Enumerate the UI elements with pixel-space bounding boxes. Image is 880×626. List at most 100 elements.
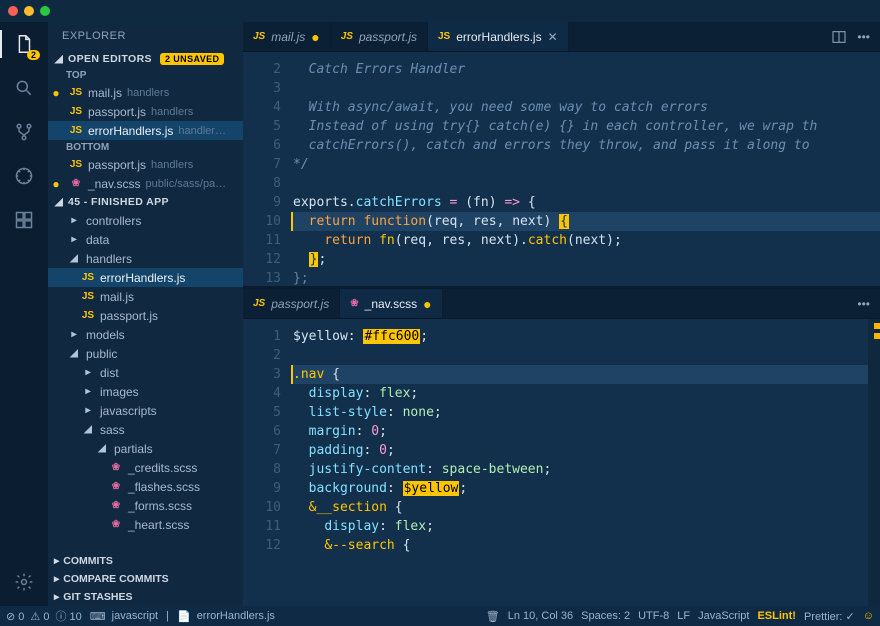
overview-ruler[interactable] <box>868 319 880 606</box>
code-line[interactable]: }; <box>291 250 880 269</box>
code-line[interactable]: &__section { <box>291 498 868 517</box>
code-line[interactable]: &--search { <box>291 536 868 555</box>
close-icon[interactable]: ✕ <box>548 30 558 44</box>
close-window-icon[interactable] <box>8 6 18 16</box>
more-icon[interactable]: ••• <box>857 30 870 44</box>
code-line[interactable]: display: flex; <box>291 517 868 536</box>
more-icon[interactable]: ••• <box>857 297 870 311</box>
maximize-window-icon[interactable] <box>40 6 50 16</box>
code-line[interactable] <box>291 346 868 365</box>
tree-file[interactable]: ❀_credits.scss <box>48 458 243 477</box>
settings-icon[interactable] <box>10 568 38 596</box>
tree-folder[interactable]: ▸images <box>48 382 243 401</box>
dirty-dot-icon: ● <box>48 177 64 191</box>
editor-tab[interactable]: JSpassport.js <box>331 22 428 51</box>
code-line[interactable]: padding: 0; <box>291 441 868 460</box>
tree-item-label: models <box>86 328 125 342</box>
search-icon[interactable] <box>10 74 38 102</box>
code-line[interactable]: list-style: none; <box>291 403 868 422</box>
code-line[interactable]: background: $yellow; <box>291 479 868 498</box>
editor-tab[interactable]: ❀_nav.scss● <box>340 289 442 318</box>
tree-file[interactable]: JSmail.js <box>48 287 243 306</box>
sidebar-section-collapsed[interactable]: ▸COMPARE COMMITS <box>48 570 243 588</box>
tree-folder[interactable]: ▸data <box>48 230 243 249</box>
open-editor-path: handlers <box>127 87 169 99</box>
status-eslint[interactable]: ESLint! <box>757 610 796 622</box>
status-lang-corner[interactable]: javascript <box>112 610 158 622</box>
status-spaces[interactable]: Spaces: 2 <box>581 610 630 622</box>
code-line[interactable]: display: flex; <box>291 384 868 403</box>
bottom-editor[interactable]: 123456789101112 $yellow: #ffc600;.nav { … <box>243 319 880 606</box>
lang-corner-icon[interactable]: ⌨ <box>90 610 106 623</box>
code-line[interactable]: return fn(req, res, next).catch(next); <box>291 231 880 250</box>
project-header[interactable]: ◢ 45 - FINISHED APP <box>48 193 243 211</box>
file-type-icon: ❀ <box>109 481 123 492</box>
status-pos[interactable]: Ln 10, Col 36 <box>508 610 573 622</box>
open-editor-item[interactable]: ●❀_nav.scsspublic/sass/pa… <box>48 174 243 193</box>
feedback-icon[interactable]: ☺ <box>863 610 874 622</box>
code-line[interactable]: Instead of using try{} catch(e) {} in ea… <box>291 117 880 136</box>
code-line[interactable]: justify-content: space-between; <box>291 460 868 479</box>
chevron-down-icon: ◢ <box>54 196 64 208</box>
status-info[interactable]: ⓘ 10 <box>55 608 81 624</box>
split-editor-icon[interactable] <box>831 29 847 45</box>
tree-folder[interactable]: ◢partials <box>48 439 243 458</box>
editor-tab[interactable]: JSpassport.js <box>243 289 340 318</box>
open-editor-item[interactable]: ●JSmail.jshandlers <box>48 83 243 102</box>
tree-folder[interactable]: ◢public <box>48 344 243 363</box>
code-line[interactable]: */ <box>291 155 880 174</box>
code-line[interactable]: With async/await, you need some way to c… <box>291 98 880 117</box>
minimize-window-icon[interactable] <box>24 6 34 16</box>
tree-file[interactable]: JSerrorHandlers.js <box>48 268 243 287</box>
tree-file[interactable]: ❀ _flashes.scss <box>48 477 243 496</box>
code-line[interactable]: $yellow: #ffc600; <box>291 327 868 346</box>
status-eol[interactable]: LF <box>677 610 690 622</box>
tree-file[interactable]: JSpassport.js <box>48 306 243 325</box>
source-control-icon[interactable] <box>10 118 38 146</box>
code-line[interactable]: return function(req, res, next) { <box>291 212 880 231</box>
tree-folder[interactable]: ▸javascripts <box>48 401 243 420</box>
tree-folder[interactable]: ◢sass <box>48 420 243 439</box>
status-file[interactable]: errorHandlers.js <box>197 610 275 622</box>
tree-folder[interactable]: ▸dist <box>48 363 243 382</box>
open-editor-name: passport.js <box>88 105 146 119</box>
chevron-right-icon: ▸ <box>81 367 95 378</box>
code-line[interactable] <box>291 174 880 193</box>
section-label: COMPARE COMMITS <box>63 573 168 585</box>
tree-item-label: _flashes.scss <box>128 480 200 494</box>
tree-folder[interactable]: ◢handlers <box>48 249 243 268</box>
open-editor-item[interactable]: JSpassport.jshandlers <box>48 102 243 121</box>
status-encoding[interactable]: UTF-8 <box>638 610 669 622</box>
tree-folder[interactable]: ▸models <box>48 325 243 344</box>
debug-icon[interactable] <box>10 162 38 190</box>
open-editors-top-label: TOP <box>48 68 243 83</box>
top-editor[interactable]: 2345678910111213 Catch Errors Handler Wi… <box>243 52 880 286</box>
status-warnings[interactable]: ⚠ 0 <box>30 610 49 623</box>
status-mode[interactable]: JavaScript <box>698 610 749 622</box>
tree-file[interactable]: ❀_forms.scss <box>48 496 243 515</box>
editor-tab[interactable]: JSmail.js● <box>243 22 331 51</box>
status-errors[interactable]: ⊘ 0 <box>6 610 24 623</box>
open-editor-item[interactable]: JSerrorHandlers.jshandler… <box>48 121 243 140</box>
explorer-icon[interactable]: 2 <box>10 30 38 58</box>
trash-icon[interactable]: 🗑 <box>486 610 500 623</box>
code-line[interactable]: exports.catchErrors = (fn) => { <box>291 193 880 212</box>
code-line[interactable]: Catch Errors Handler <box>291 60 880 79</box>
code-line[interactable] <box>291 79 880 98</box>
sidebar-section-collapsed[interactable]: ▸COMMITS <box>48 552 243 570</box>
file-type-icon: JS <box>253 31 265 42</box>
status-prettier[interactable]: Prettier: ✓ <box>804 610 855 623</box>
code-line[interactable]: catchErrors(), catch and errors they thr… <box>291 136 880 155</box>
sidebar-section-collapsed[interactable]: ▸GIT STASHES <box>48 588 243 606</box>
open-editors-header[interactable]: ◢ OPEN EDITORS 2 UNSAVED <box>48 50 243 68</box>
code-line[interactable]: margin: 0; <box>291 422 868 441</box>
tree-folder[interactable]: ▸controllers <box>48 211 243 230</box>
open-editor-item[interactable]: JSpassport.jshandlers <box>48 155 243 174</box>
extensions-icon[interactable] <box>10 206 38 234</box>
tree-file[interactable]: ❀_heart.scss <box>48 515 243 534</box>
file-type-icon: JS <box>69 159 83 170</box>
code-line[interactable]: .nav { <box>291 365 868 384</box>
code-line[interactable]: }; <box>291 269 880 286</box>
chevron-down-icon: ◢ <box>81 424 95 435</box>
editor-tab[interactable]: JSerrorHandlers.js✕ <box>428 22 569 51</box>
